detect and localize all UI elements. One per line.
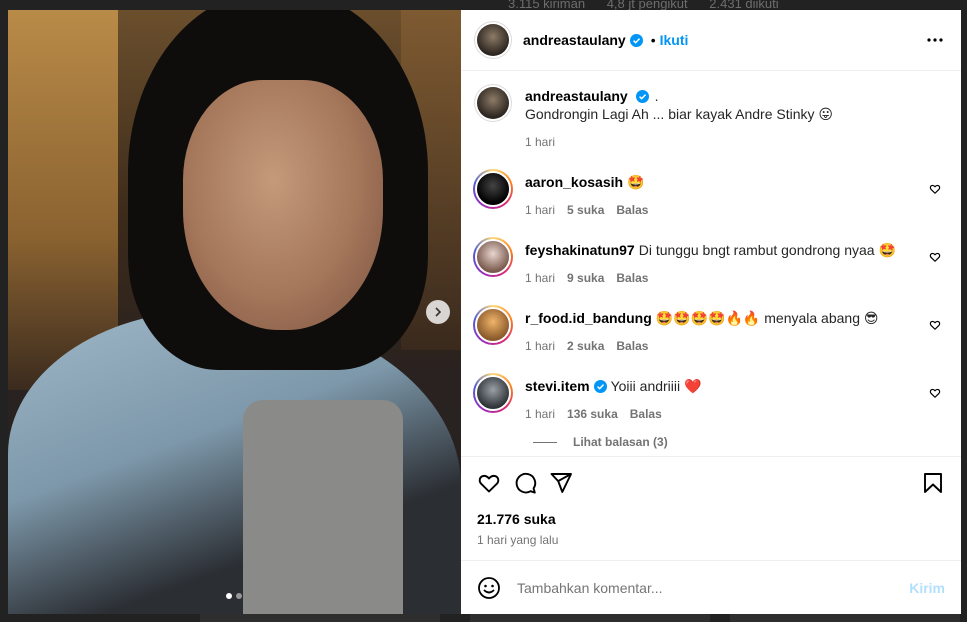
- comment-like-heart-icon[interactable]: [929, 319, 941, 331]
- comment-row: aaron_kosasih 🤩 1 hari 5 suka Balas: [473, 169, 945, 219]
- comment-row: stevi.item Yoiii andriiii ❤️ 1 hari 136 suk…: [473, 373, 945, 423]
- author-username[interactable]: andreastaulany: [523, 32, 626, 48]
- commenter-avatar-image: [475, 307, 511, 343]
- carousel-indicator: [226, 593, 242, 599]
- comment-row: r_food.id_bandung 🤩🤩🤩🤩🔥🔥 menyala abang 😎 1…: [473, 305, 945, 355]
- comment-username[interactable]: feyshakinatun97: [525, 242, 635, 258]
- post-header: andreastaulany • Ikuti: [461, 10, 961, 71]
- comment-meta: 1 hari 2 suka Balas: [525, 337, 878, 355]
- post-sidebar: andreastaulany • Ikuti andreastaulany . …: [461, 10, 961, 614]
- follow-button[interactable]: Ikuti: [660, 32, 689, 48]
- comments-list[interactable]: andreastaulany . Gondrongin Lagi Ah ... …: [461, 71, 961, 456]
- comment-username[interactable]: stevi.item: [525, 378, 590, 394]
- commenter-avatar[interactable]: [473, 169, 513, 209]
- photo-face: [183, 80, 383, 330]
- author-avatar[interactable]: [477, 87, 509, 119]
- more-options-icon[interactable]: [927, 38, 943, 42]
- commenter-avatar[interactable]: [473, 305, 513, 345]
- comment-meta: 1 hari 9 suka Balas: [525, 269, 896, 287]
- author-avatar[interactable]: [477, 24, 509, 56]
- comment-input[interactable]: [517, 579, 910, 596]
- comment-row: feyshakinatun97 Di tunggu bngt rambut gon…: [473, 237, 945, 287]
- likes-count[interactable]: 21.776 suka: [477, 511, 945, 527]
- carousel-dot: [236, 593, 242, 599]
- heart-icon[interactable]: [477, 471, 501, 495]
- post-image[interactable]: [8, 10, 461, 614]
- replies-line: [533, 441, 557, 443]
- commenter-avatar[interactable]: [473, 237, 513, 277]
- comment-text: 🤩: [627, 174, 645, 190]
- bookmark-icon[interactable]: [921, 471, 945, 495]
- carousel-dot-active: [226, 593, 232, 599]
- caption-time: 1 hari: [525, 135, 556, 149]
- photo-shirt: [243, 400, 403, 614]
- caption-meta: 1 hari: [525, 133, 833, 151]
- comment-icon[interactable]: [513, 471, 537, 495]
- comment-like-heart-icon[interactable]: [929, 387, 941, 399]
- caption-row: andreastaulany . Gondrongin Lagi Ah ... …: [477, 87, 945, 151]
- action-bar: 21.776 suka 1 hari yang lalu: [461, 456, 961, 560]
- comment-meta: 1 hari 5 suka Balas: [525, 201, 660, 219]
- emoji-icon[interactable]: [477, 576, 501, 600]
- separator-bullet: •: [650, 32, 656, 48]
- verified-badge-icon: [593, 380, 607, 393]
- caption-text: Gondrongin Lagi Ah ... biar kayak Andre …: [525, 106, 833, 122]
- reply-button[interactable]: Balas: [616, 339, 648, 353]
- post-comment-button[interactable]: Kirim: [909, 580, 945, 596]
- reply-button[interactable]: Balas: [616, 203, 648, 217]
- verified-badge-icon: [635, 90, 649, 103]
- comment-text: Yoiii andriiii ❤️: [610, 378, 702, 394]
- comment-likes[interactable]: 136 suka: [567, 407, 618, 421]
- comment-time[interactable]: 1 hari: [525, 407, 555, 421]
- comment-like-heart-icon[interactable]: [929, 183, 941, 195]
- commenter-avatar-image: [475, 239, 511, 275]
- comment-body: r_food.id_bandung 🤩🤩🤩🤩🔥🔥 menyala abang 😎 1…: [525, 309, 878, 355]
- comment-likes[interactable]: 9 suka: [567, 271, 604, 285]
- commenter-avatar[interactable]: [473, 373, 513, 413]
- action-icons: [477, 467, 945, 499]
- view-replies-button[interactable]: Lihat balasan (3): [533, 435, 945, 449]
- comment-time[interactable]: 1 hari: [525, 339, 555, 353]
- reply-button[interactable]: Balas: [616, 271, 648, 285]
- comment-composer: Kirim: [461, 560, 961, 614]
- comment-time[interactable]: 1 hari: [525, 203, 555, 217]
- comment-username[interactable]: aaron_kosasih: [525, 174, 623, 190]
- comment-body: feyshakinatun97 Di tunggu bngt rambut gon…: [525, 241, 896, 287]
- comment-like-heart-icon[interactable]: [929, 251, 941, 263]
- caption-username[interactable]: andreastaulany: [525, 88, 628, 104]
- comment-meta: 1 hari 136 suka Balas: [525, 405, 701, 423]
- next-slide-button[interactable]: [426, 300, 450, 324]
- view-replies-label: Lihat balasan (3): [573, 435, 668, 449]
- post-timestamp[interactable]: 1 hari yang lalu: [477, 533, 945, 547]
- comment-body: aaron_kosasih 🤩 1 hari 5 suka Balas: [525, 173, 660, 219]
- commenter-avatar-image: [475, 375, 511, 411]
- reply-button[interactable]: Balas: [630, 407, 662, 421]
- comment-time[interactable]: 1 hari: [525, 271, 555, 285]
- comment-text: Di tunggu bngt rambut gondrong nyaa 🤩: [638, 242, 896, 258]
- comment-text: 🤩🤩🤩🤩🔥🔥 menyala abang 😎: [655, 310, 879, 326]
- verified-badge-icon: [629, 33, 643, 47]
- commenter-avatar-image: [475, 171, 511, 207]
- chevron-right-icon: [435, 307, 442, 317]
- comment-likes[interactable]: 5 suka: [567, 203, 604, 217]
- caption-dot: .: [654, 88, 659, 104]
- comment-rows: aaron_kosasih 🤩 1 hari 5 suka Balas feyshakin…: [473, 169, 945, 423]
- post-modal: andreastaulany • Ikuti andreastaulany . …: [8, 10, 961, 614]
- comment-body: stevi.item Yoiii andriiii ❤️ 1 hari 136 suk…: [525, 377, 701, 423]
- comment-username[interactable]: r_food.id_bandung: [525, 310, 652, 326]
- caption-body: andreastaulany . Gondrongin Lagi Ah ... …: [525, 87, 833, 151]
- share-icon[interactable]: [549, 471, 573, 495]
- comment-likes[interactable]: 2 suka: [567, 339, 604, 353]
